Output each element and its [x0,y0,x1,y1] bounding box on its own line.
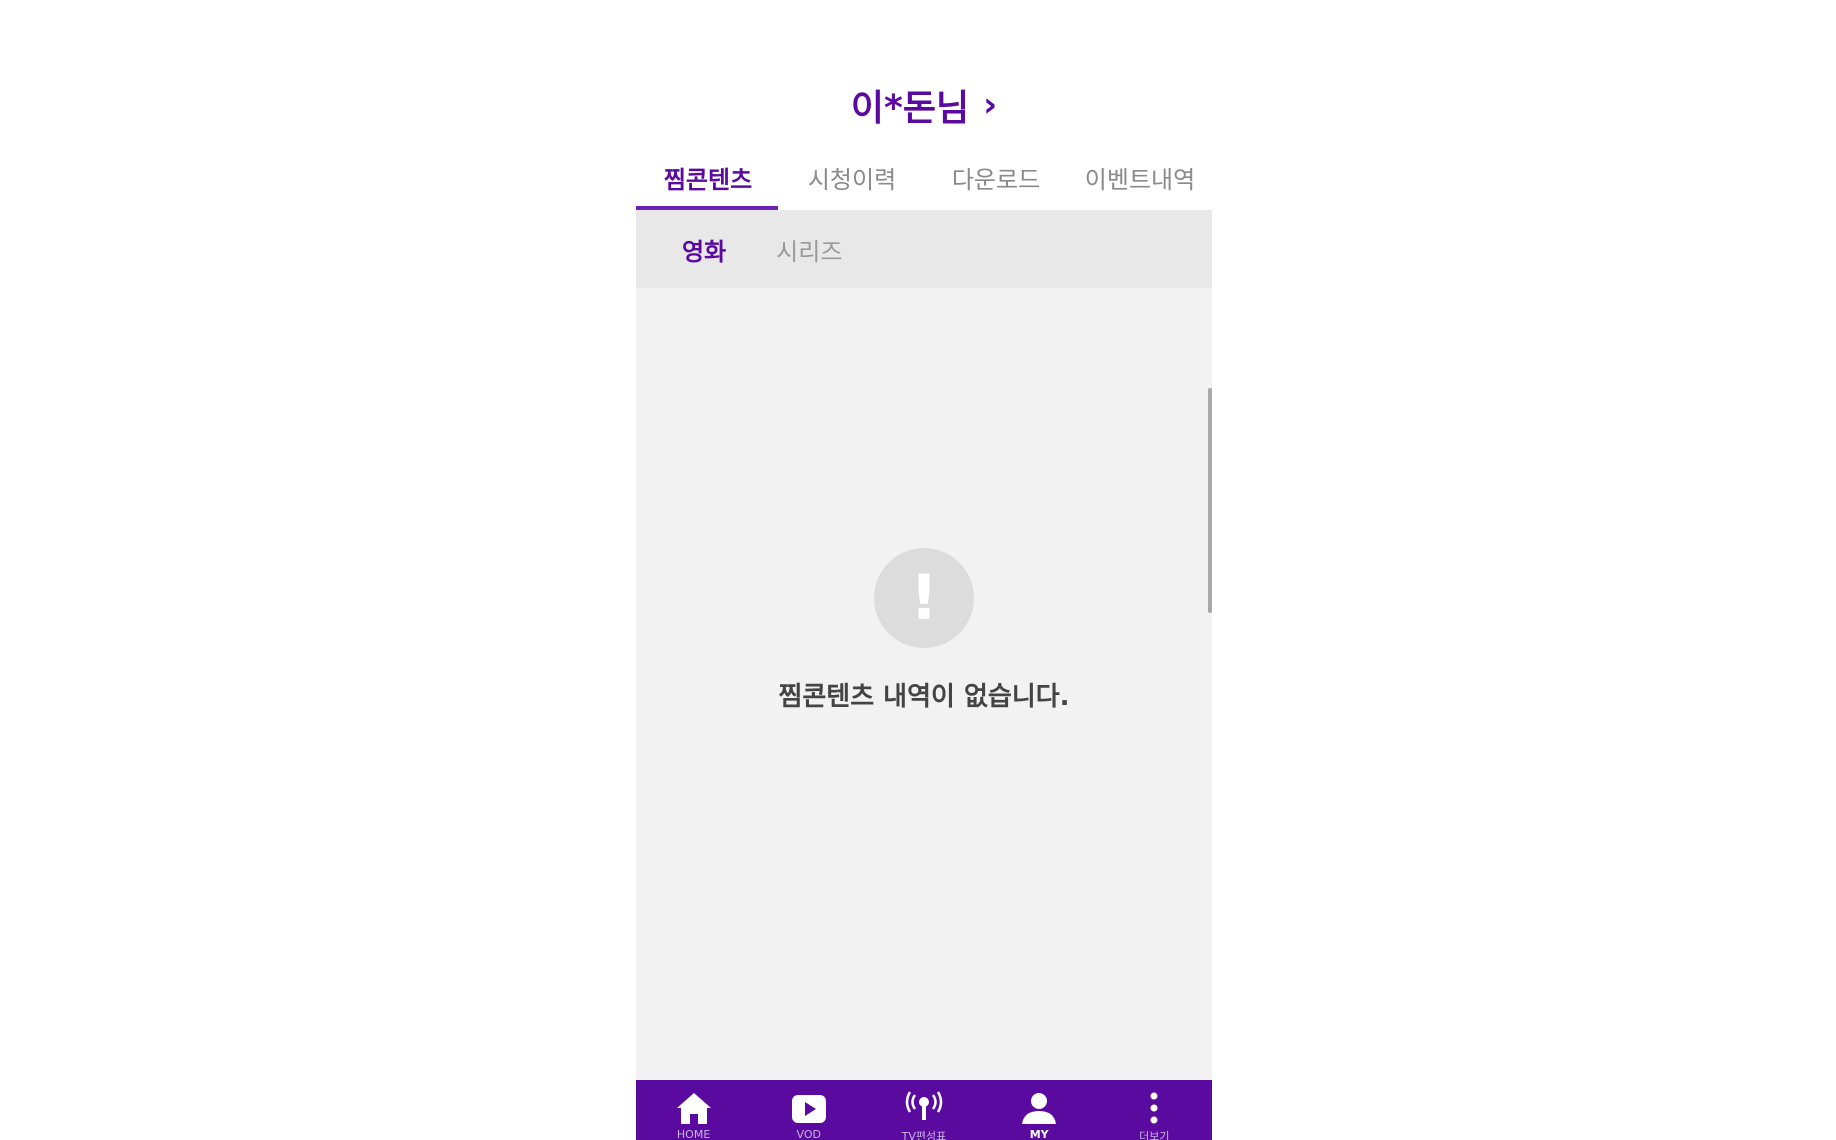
nav-tv-schedule[interactable]: TV편성표 [866,1080,981,1140]
tab-label: 이벤트내역 [1084,166,1196,194]
tab-favorites[interactable]: 찜콘텐츠 [636,145,780,210]
bottom-nav: HOME VOD TV편성표 MY 더보기 [636,1080,1212,1140]
tab-label: 시청이력 [807,166,897,194]
sub-tabs: 영화 시리즈 [636,210,1212,288]
subtab-series[interactable]: 시리즈 [776,232,842,267]
content-area: ! 찜콘텐츠 내역이 없습니다. [636,288,1212,1080]
tab-watch-history[interactable]: 시청이력 [780,145,924,210]
nav-more[interactable]: 더보기 [1097,1080,1212,1140]
tab-downloads[interactable]: 다운로드 [924,145,1068,210]
main-tabs: 찜콘텐츠 시청이력 다운로드 이벤트내역 [636,145,1212,210]
nav-my[interactable]: MY [982,1080,1097,1140]
user-name-text: 이*돈님 [850,88,970,129]
home-icon [674,1090,714,1126]
subtab-movies[interactable]: 영화 [682,232,726,267]
vod-icon [789,1090,829,1126]
tab-label: 찜콘텐츠 [663,166,753,194]
tab-label: 다운로드 [951,166,1041,194]
exclamation-symbol: ! [909,561,939,634]
broadcast-icon [904,1090,944,1126]
nav-label: VOD [796,1128,822,1140]
tab-event-history[interactable]: 이벤트내역 [1068,145,1212,210]
scrollbar[interactable] [1208,388,1212,613]
chevron-right-icon: › [983,85,998,125]
more-vertical-icon [1134,1090,1174,1126]
nav-label: TV편성표 [901,1130,947,1140]
user-name-link[interactable]: 이*돈님 › [636,70,1212,140]
nav-vod[interactable]: VOD [751,1080,866,1140]
nav-label: HOME [676,1128,711,1140]
phone-screen: 이*돈님 › 찜콘텐츠 시청이력 다운로드 이벤트내역 영화 시리즈 ! 찜콘텐… [636,60,1212,1140]
person-icon [1019,1090,1059,1126]
nav-label: 더보기 [1139,1130,1170,1140]
header: 이*돈님 › 찜콘텐츠 시청이력 다운로드 이벤트내역 [636,60,1212,210]
empty-message: 찜콘텐츠 내역이 없습니다. [778,682,1070,712]
nav-label: MY [1029,1128,1049,1140]
nav-home[interactable]: HOME [636,1080,751,1140]
exclamation-icon: ! [874,548,974,648]
